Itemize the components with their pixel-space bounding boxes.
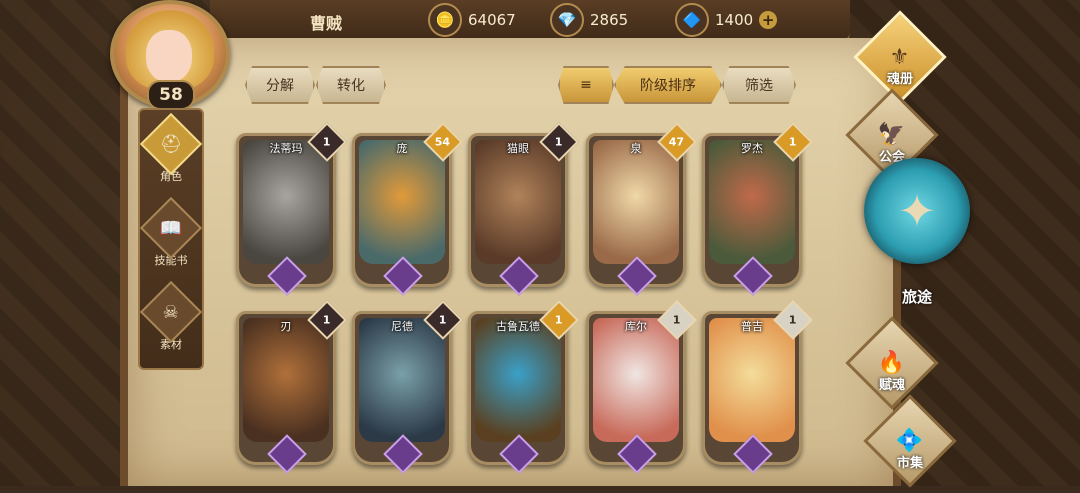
- avatar-face: [146, 30, 192, 82]
- hero-card[interactable]: 古鲁瓦德 1: [468, 300, 579, 474]
- hero-portrait: [709, 318, 795, 442]
- player-name: 曹贼: [310, 14, 343, 33]
- sort-toggle-button[interactable]: ≡: [558, 66, 614, 104]
- skull-icon: ☠: [162, 301, 180, 323]
- hero-count: 1: [439, 313, 447, 327]
- hero-count: 1: [673, 313, 681, 327]
- hero-portrait: [593, 140, 679, 264]
- nav-soulbook-label: 魂册: [886, 72, 913, 87]
- hero-portrait: [243, 140, 329, 264]
- gem-value: 1400: [715, 11, 754, 29]
- hero-card[interactable]: 泉 47: [586, 122, 697, 296]
- hero-portrait: [709, 140, 795, 264]
- sidenav-item-hero[interactable]: ⛑ 角色: [139, 112, 203, 188]
- gold-coin-icon: 🪙: [428, 3, 462, 37]
- flame-icon: 🔥: [878, 350, 906, 376]
- soulbook-icon: ⚜: [890, 44, 910, 70]
- add-gem-button[interactable]: +: [759, 11, 778, 29]
- hero-card[interactable]: 庞 54: [352, 122, 463, 296]
- nav-journey-label: 旅途: [901, 288, 932, 306]
- blue-crystal-icon: 💎: [550, 3, 584, 37]
- hero-portrait: [359, 140, 445, 264]
- resource-gem[interactable]: 🔷 1400 +: [675, 3, 778, 37]
- hero-card[interactable]: 尼德 1: [352, 300, 463, 474]
- side-nav: ⛑ 角色 📖 技能书 ☠ 素材: [138, 108, 204, 370]
- hero-card[interactable]: 猫眼 1: [468, 122, 579, 296]
- helmet-icon: ⛑: [159, 133, 183, 155]
- nav-market[interactable]: 💠 市集: [860, 394, 960, 493]
- hero-portrait: [475, 140, 561, 264]
- nav-market-label: 市集: [896, 456, 923, 471]
- book-icon: 📖: [159, 217, 183, 239]
- sort-rank-button[interactable]: 阶级排序: [614, 66, 722, 104]
- hero-portrait: [243, 318, 329, 442]
- sidenav-item-skillbook[interactable]: 📖 技能书: [139, 196, 203, 272]
- filter-button[interactable]: 筛选: [722, 66, 796, 104]
- hero-card[interactable]: 普吉 1: [702, 300, 813, 474]
- hero-card[interactable]: 法蒂玛 1: [236, 122, 347, 296]
- hero-count: 54: [435, 135, 451, 149]
- sort-icon: ≡: [580, 77, 592, 93]
- nav-talent-label: 赋魂: [878, 378, 905, 393]
- hero-card[interactable]: 罗杰 1: [702, 122, 813, 296]
- hero-count: 47: [669, 135, 685, 149]
- convert-button[interactable]: 转化: [316, 66, 386, 104]
- hero-card[interactable]: 库尔 1: [586, 300, 697, 474]
- sidenav-item-material[interactable]: ☠ 素材: [139, 280, 203, 356]
- pink-gem-icon: 🔷: [675, 3, 709, 37]
- hero-count: 1: [323, 313, 331, 327]
- hero-card[interactable]: 刃1: [236, 300, 347, 474]
- hero-count: 1: [789, 135, 797, 149]
- hero-portrait: [475, 318, 561, 442]
- resource-gold[interactable]: 🪙 64067: [428, 3, 516, 37]
- gold-value: 64067: [468, 11, 516, 29]
- nav-talent[interactable]: 🔥 赋魂: [842, 316, 942, 415]
- hero-portrait: [593, 318, 679, 442]
- nav-journey[interactable]: ✦ 旅途: [858, 158, 974, 306]
- hero-count: 1: [555, 135, 563, 149]
- decompose-button[interactable]: 分解: [245, 66, 315, 104]
- crystal-value: 2865: [590, 11, 629, 29]
- resource-crystal[interactable]: 💎 2865: [550, 3, 629, 37]
- hero-portrait: [359, 318, 445, 442]
- journey-emblem-icon: ✦: [897, 184, 937, 238]
- hero-count: 1: [555, 313, 563, 327]
- guild-icon: 🦅: [878, 122, 906, 148]
- player-level: 58: [147, 80, 195, 110]
- hero-count: 1: [789, 313, 797, 327]
- hero-count: 1: [323, 135, 331, 149]
- diamond-icon: 💠: [896, 428, 924, 454]
